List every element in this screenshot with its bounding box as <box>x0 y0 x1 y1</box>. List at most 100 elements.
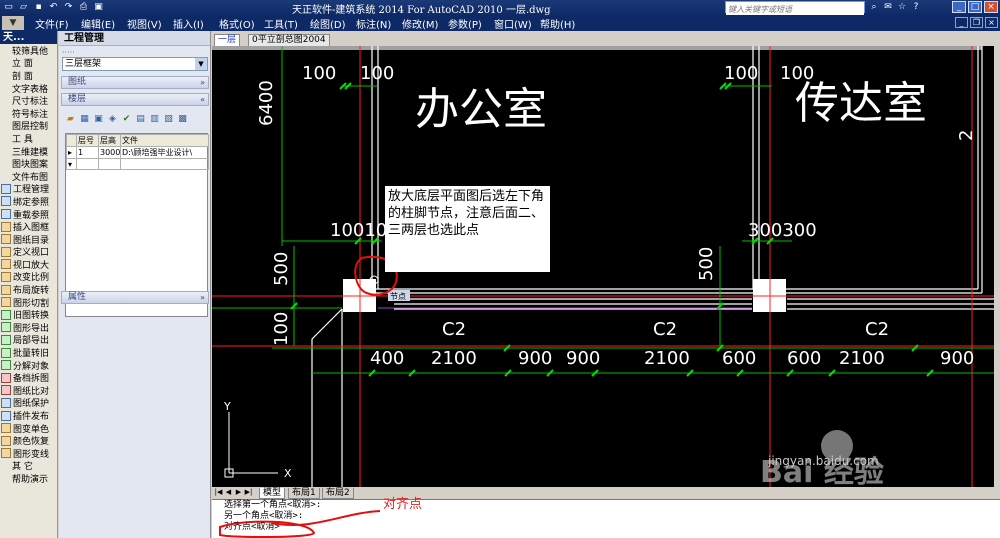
tangent-menu-item[interactable]: 图块图案 <box>0 157 57 170</box>
menu-help[interactable]: 帮助(H) <box>540 16 575 31</box>
menu-dimension[interactable]: 标注(N) <box>356 16 391 31</box>
tab-layout1[interactable]: 布局1 <box>288 488 320 499</box>
menu-params[interactable]: 参数(P) <box>448 16 482 31</box>
doc-close-button[interactable]: × <box>985 17 998 28</box>
expand-icon[interactable]: » <box>200 77 205 88</box>
save-icon[interactable]: ▪ <box>32 1 45 13</box>
doc-tab-active[interactable]: 一层 <box>214 34 241 46</box>
plot-icon[interactable]: ▣ <box>92 1 105 13</box>
close-button[interactable]: × <box>984 1 998 13</box>
search-icon[interactable]: ⌕ <box>868 1 880 13</box>
col-floor-height[interactable]: 层高 <box>98 134 121 147</box>
dim-text-bottom[interactable]: 2100 <box>644 348 690 369</box>
menu-view[interactable]: 视图(V) <box>127 16 162 31</box>
building-icon[interactable]: ▩ <box>177 114 188 125</box>
table-cell[interactable]: 1 <box>76 146 99 159</box>
tangent-menu-item[interactable]: 文字表格 <box>0 82 57 95</box>
doc-tab[interactable]: 0平立剖总图2004 <box>248 34 330 46</box>
dim-text-bottom[interactable]: 600 <box>722 348 756 369</box>
tangent-menu-item[interactable]: 图纸保护 <box>0 397 57 409</box>
elevation-icon[interactable]: ▤ <box>135 114 146 125</box>
new-file-icon[interactable]: ▭ <box>2 1 15 13</box>
dim-text-vertical[interactable]: 500 <box>696 247 717 281</box>
dim-text[interactable]: 100 <box>360 63 394 84</box>
dim-text-bottom[interactable]: 2100 <box>431 348 477 369</box>
tangent-menu-item[interactable]: 工程管理 <box>0 183 57 195</box>
help-search-box[interactable] <box>725 1 865 15</box>
last-tab-icon[interactable]: ▶| <box>244 488 253 496</box>
menu-window[interactable]: 窗口(W) <box>494 16 532 31</box>
print-icon[interactable]: ⎙ <box>77 1 90 13</box>
tangent-menu-item[interactable]: 三维建模 <box>0 145 57 158</box>
dim-text-vertical[interactable]: 100 <box>271 312 292 346</box>
tangent-menu-item[interactable]: 局部导出 <box>0 334 57 346</box>
doc-restore-button[interactable]: ❐ <box>970 17 983 28</box>
tangent-menu-item[interactable]: 批量转旧 <box>0 346 57 359</box>
dim-text-vertical[interactable]: 6400 <box>256 80 277 126</box>
dim-text-bottom[interactable]: 2100 <box>839 348 885 369</box>
table-row[interactable]: ▸ 1 3000 D:\顾培强毕业设计\ <box>66 146 209 159</box>
expand-icon[interactable]: » <box>200 292 205 303</box>
menu-edit[interactable]: 编辑(E) <box>81 16 115 31</box>
col-file[interactable]: 文件 <box>120 134 209 147</box>
tangent-menu-item[interactable]: 视口放大 <box>0 258 57 271</box>
grid-icon[interactable]: ▦ <box>79 114 90 125</box>
dim-text-bottom[interactable]: 600 <box>787 348 821 369</box>
tangent-menu-item[interactable]: 绑定参照 <box>0 195 57 208</box>
tangent-menu-item[interactable]: 图纸比对 <box>0 384 57 397</box>
tangent-menu-item[interactable]: 插件发布 <box>0 409 57 422</box>
dim-text[interactable]: 100 <box>780 63 814 84</box>
open-file-icon[interactable]: ▱ <box>17 1 30 13</box>
tangent-menu-item[interactable]: 剖 面 <box>0 69 57 82</box>
dim-text-vertical[interactable]: 500 <box>271 252 292 286</box>
window-label[interactable]: C2 <box>442 319 466 340</box>
tangent-menu-item[interactable]: 帮助演示 <box>0 472 57 485</box>
tangent-menu-item[interactable]: 图形切割 <box>0 296 57 308</box>
dim-text-bottom[interactable]: 400 <box>370 348 404 369</box>
tangent-menu-item[interactable]: 分解对象 <box>0 359 57 371</box>
window-label[interactable]: C2 <box>865 319 889 340</box>
favorites-icon[interactable]: ☆ <box>896 1 908 13</box>
col-floor-no[interactable]: 层号 <box>76 134 99 147</box>
tangent-menu-item[interactable]: 图层控制 <box>0 120 57 132</box>
tangent-menu-item[interactable]: 图形变线 <box>0 447 57 460</box>
redo-icon[interactable]: ↷ <box>62 1 75 13</box>
table-cell[interactable]: D:\顾培强毕业设计\ <box>120 146 209 159</box>
dim-text-bottom[interactable]: 900 <box>518 348 552 369</box>
room-label-guard[interactable]: 传达室 <box>795 78 927 129</box>
tangent-menu-item[interactable]: 图纸目录 <box>0 233 57 246</box>
section-properties[interactable]: 属性 » <box>61 291 209 304</box>
tangent-menu-item[interactable]: 布局旋转 <box>0 283 57 296</box>
communication-center-icon[interactable]: ✉ <box>882 1 894 13</box>
section-floors[interactable]: 楼层 « <box>61 93 209 106</box>
menu-insert[interactable]: 插入(I) <box>173 16 204 31</box>
tab-layout2[interactable]: 布局2 <box>322 488 354 499</box>
doc-minimize-button[interactable]: _ <box>955 17 968 28</box>
first-tab-icon[interactable]: |◀ <box>214 488 223 496</box>
tangent-menu-item[interactable]: 其 它 <box>0 460 57 472</box>
drawing-svg[interactable]: 办公室 传达室 100 100 100 100 6400 2 100100 30… <box>212 46 994 487</box>
undo-icon[interactable]: ↶ <box>47 1 60 13</box>
tangent-menu-item[interactable]: 工 具 <box>0 132 57 145</box>
tangent-menu-item[interactable]: 文件布图 <box>0 170 57 183</box>
tangent-menu-item[interactable]: 图形导出 <box>0 321 57 334</box>
menu-modify[interactable]: 修改(M) <box>402 16 438 31</box>
dim-text[interactable]: 100 <box>724 63 758 84</box>
window-label[interactable]: C2 <box>653 319 677 340</box>
tangent-menu-item[interactable]: 备档拆图 <box>0 371 57 384</box>
minimize-button[interactable]: _ <box>952 1 966 13</box>
tangent-menu-item[interactable]: 立 面 <box>0 57 57 69</box>
prev-tab-icon[interactable]: ◀ <box>224 488 233 496</box>
next-tab-icon[interactable]: ▶ <box>234 488 243 496</box>
section-icon[interactable]: ▥ <box>149 114 160 125</box>
vertical-scrollbar[interactable] <box>994 46 1000 487</box>
tangent-menu-item[interactable]: 图变单色 <box>0 422 57 434</box>
app-menu-icon[interactable]: ▼ <box>2 16 24 30</box>
open-folder-icon[interactable]: ▰ <box>65 114 76 125</box>
maximize-button[interactable]: □ <box>968 1 982 13</box>
dim-text[interactable]: 100 <box>302 63 336 84</box>
tangent-menu-item[interactable]: 颜色恢复 <box>0 434 57 447</box>
cube-icon[interactable]: ◈ <box>107 114 118 125</box>
dim-text-vertical[interactable]: 2 <box>956 130 977 141</box>
menu-format[interactable]: 格式(O) <box>219 16 255 31</box>
